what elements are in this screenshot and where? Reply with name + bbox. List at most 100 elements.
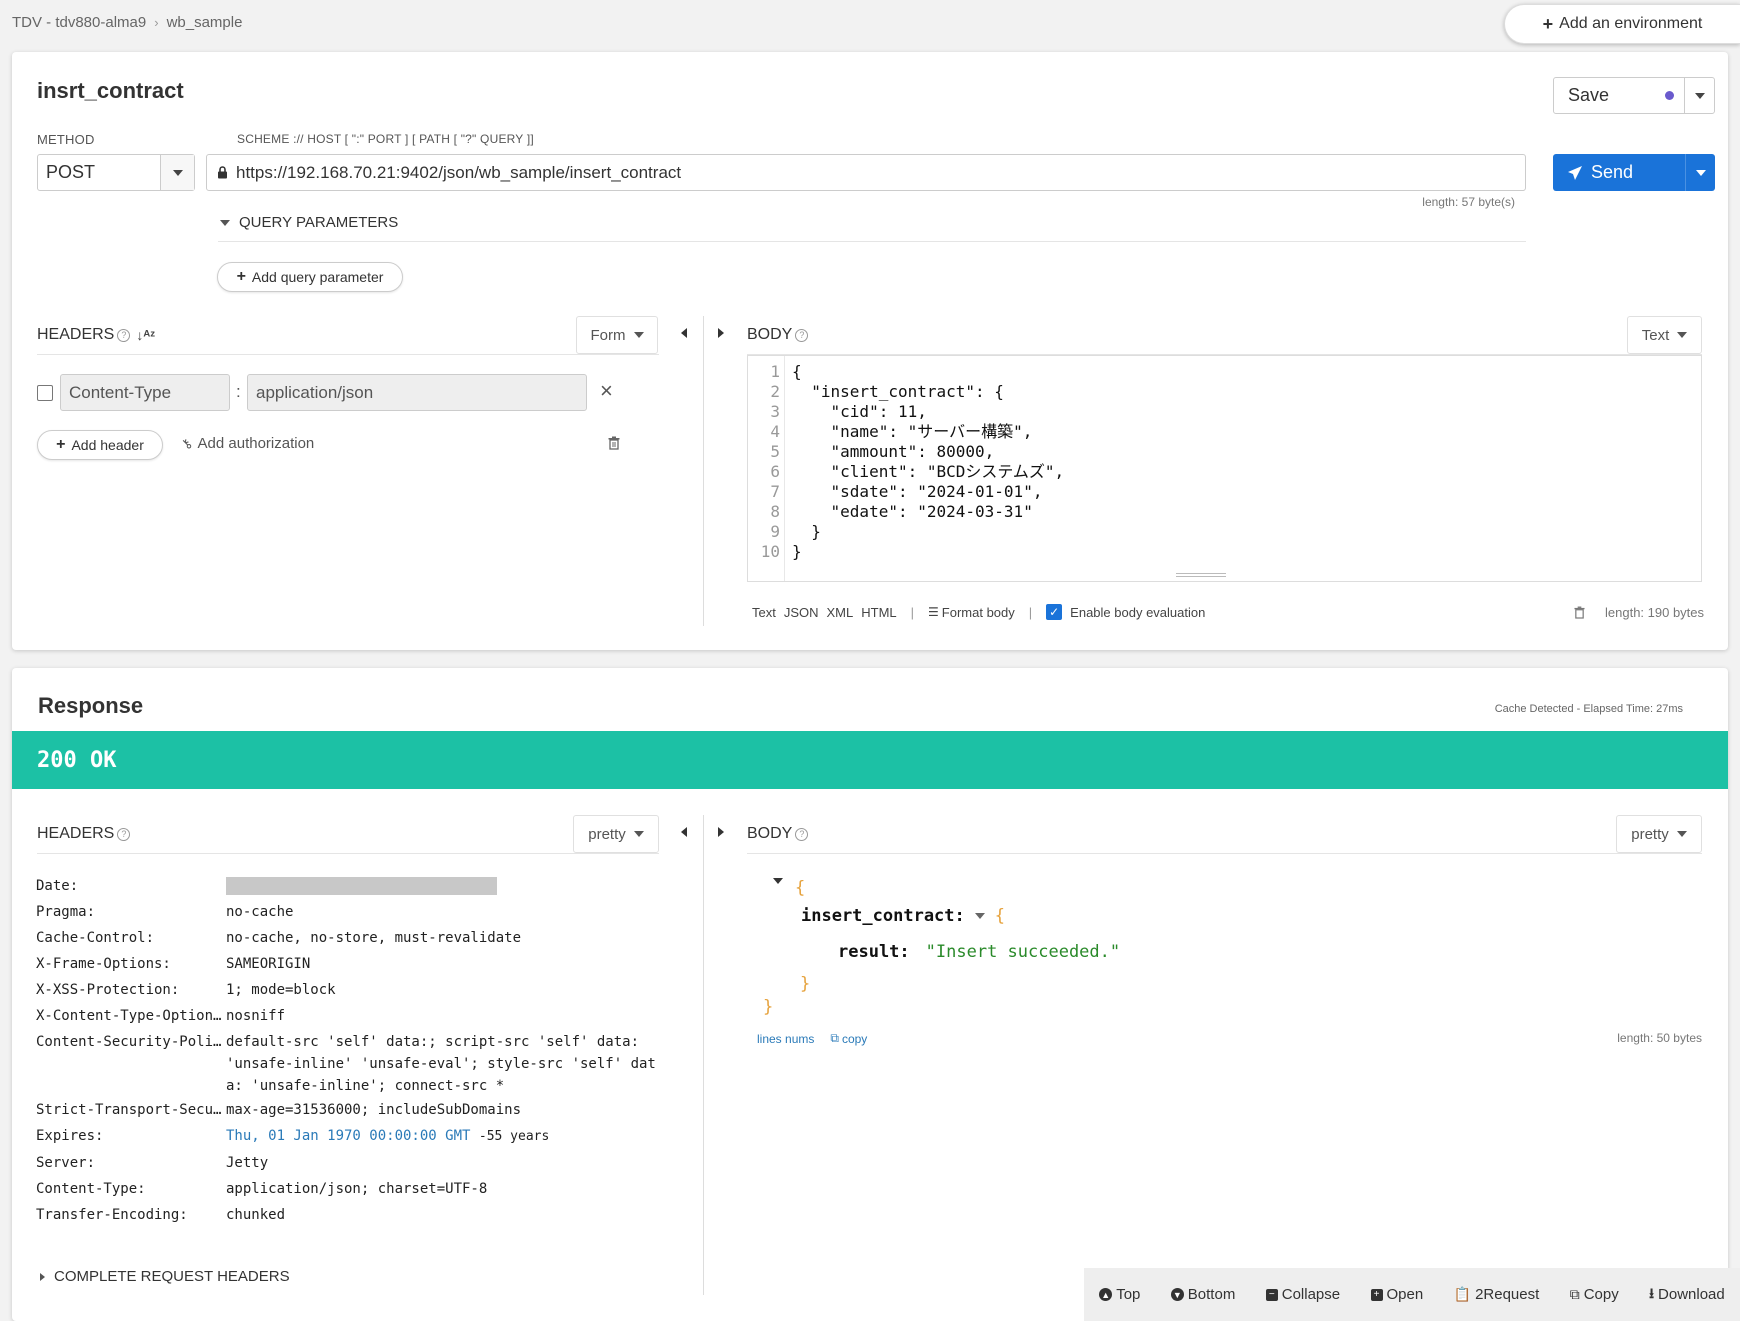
- json-key-result: result:: [838, 942, 910, 962]
- url-input[interactable]: https://192.168.70.21:9402/json/wb_sampl…: [206, 154, 1526, 191]
- save-button[interactable]: Save: [1553, 77, 1715, 114]
- delete-all-headers-trash-icon[interactable]: [608, 436, 620, 454]
- breadcrumb-project[interactable]: wb_sample: [167, 14, 243, 31]
- response-headers-mode-select[interactable]: pretty: [573, 815, 659, 853]
- remove-header-close-icon[interactable]: ×: [600, 380, 613, 402]
- line-number: 8: [770, 502, 780, 521]
- save-dropdown-toggle[interactable]: [1684, 78, 1714, 113]
- add-header-button[interactable]: + Add header: [37, 430, 163, 460]
- request-name[interactable]: insrt_contract: [37, 78, 184, 104]
- copy-link[interactable]: ⧉ copy: [830, 1031, 867, 1046]
- header-value: 1; mode=block: [226, 982, 336, 998]
- line-number: 7: [770, 482, 780, 501]
- json-nested-close-brace: }: [800, 974, 811, 994]
- line-numbers-gutter: 1 2 3 4 5 6 7 8 9 10: [748, 362, 786, 562]
- collapse-left-arrow[interactable]: [681, 328, 687, 338]
- code-line: "name": "サーバー構築",: [792, 422, 1033, 441]
- collapse-label: Collapse: [1281, 1286, 1341, 1303]
- gutter-divider: [784, 356, 785, 581]
- method-dropdown[interactable]: [160, 155, 194, 190]
- headers-mode-select[interactable]: Form: [576, 316, 658, 354]
- lines-nums-link[interactable]: lines nums: [757, 1032, 814, 1046]
- response-body-links: lines nums ⧉ copy: [757, 1031, 867, 1046]
- code-line: }: [792, 522, 821, 541]
- format-html-link[interactable]: HTML: [861, 605, 896, 620]
- header-row: Pragma: no-cache: [36, 899, 666, 925]
- code-line: }: [792, 542, 802, 561]
- format-text-link[interactable]: Text: [752, 605, 776, 620]
- add-query-parameter-button[interactable]: + Add query parameter: [217, 262, 403, 292]
- header-row: Content-Security-Poli… default-src 'self…: [36, 1029, 666, 1097]
- clear-body-trash-icon[interactable]: [1574, 606, 1585, 619]
- download-button[interactable]: ⭳ Download: [1649, 1283, 1725, 1307]
- lock-icon: [218, 166, 227, 179]
- chevron-down-icon: [172, 169, 183, 176]
- send-button[interactable]: Send: [1553, 154, 1715, 191]
- paper-plane-icon: [1568, 165, 1582, 180]
- header-name-input[interactable]: Content-Type: [60, 374, 230, 411]
- collapse-right-arrow[interactable]: [718, 328, 724, 338]
- open-button[interactable]: + Open: [1370, 1286, 1423, 1303]
- collapse-button[interactable]: − Collapse: [1265, 1286, 1341, 1303]
- minus-square-icon: −: [1265, 1288, 1278, 1301]
- headers-mode-value: Form: [590, 326, 626, 344]
- scroll-top-button[interactable]: ▲ Top: [1099, 1286, 1140, 1303]
- redacted-block: [226, 877, 497, 895]
- query-parameters-toggle[interactable]: QUERY PARAMETERS: [220, 214, 398, 231]
- response-toolbar: ▲ Top ▼ Bottom − Collapse + Open 📋 2Requ…: [1084, 1268, 1740, 1321]
- copy-label: copy: [841, 1031, 868, 1046]
- method-select[interactable]: POST: [37, 154, 195, 191]
- save-label: Save: [1568, 85, 1610, 105]
- header-value: Thu, 01 Jan 1970 00:00:00 GMT -55 years: [226, 1123, 666, 1150]
- arrow-left-icon: [681, 827, 687, 837]
- format-body-button[interactable]: ☰ Format body: [928, 605, 1015, 620]
- header-enabled-checkbox[interactable]: [37, 385, 53, 401]
- enable-body-evaluation-checkbox[interactable]: ✓: [1046, 604, 1063, 620]
- breadcrumb: TDV - tdv880-alma9 › wb_sample: [12, 14, 242, 31]
- arrow-up-circle-icon: ▲: [1099, 1288, 1113, 1301]
- response-body-mode-select[interactable]: pretty: [1616, 815, 1702, 853]
- request-headers-title: HEADERS ? ↓ᴬᶻ: [37, 326, 155, 344]
- scroll-bottom-button[interactable]: ▼ Bottom: [1170, 1286, 1235, 1303]
- caret-down-icon[interactable]: [974, 913, 985, 919]
- arrow-left-icon: [681, 328, 687, 338]
- to-request-button[interactable]: 📋 2Request: [1454, 1286, 1540, 1303]
- response-headers-title: HEADERS ?: [37, 825, 131, 843]
- help-icon[interactable]: ?: [795, 827, 809, 841]
- help-icon[interactable]: ?: [795, 328, 809, 342]
- help-icon[interactable]: ?: [117, 827, 131, 841]
- response-collapse-left-arrow[interactable]: [681, 827, 687, 837]
- send-label: Send: [1591, 162, 1634, 182]
- response-body-divider: [747, 853, 1702, 854]
- header-value-input[interactable]: application/json: [247, 374, 587, 411]
- response-collapse-right-arrow[interactable]: [718, 827, 724, 837]
- breadcrumb-workspace[interactable]: TDV - tdv880-alma9: [12, 14, 146, 31]
- breadcrumb-separator: ›: [154, 15, 159, 30]
- format-json-link[interactable]: JSON: [784, 605, 819, 620]
- copy-response-button[interactable]: ⧉ Copy: [1570, 1286, 1619, 1303]
- header-value: no-cache, no-store, must-revalidate: [226, 930, 522, 946]
- body-mode-value: Text: [1641, 326, 1670, 344]
- arrow-down-circle-icon: ▼: [1170, 1288, 1184, 1301]
- format-xml-link[interactable]: XML: [827, 605, 854, 620]
- request-split-divider[interactable]: [703, 316, 704, 626]
- response-split-divider[interactable]: [703, 815, 704, 1295]
- add-authorization-link[interactable]: ⚷ Add authorization: [178, 434, 315, 452]
- json-root-toggle[interactable]: [773, 878, 783, 902]
- sort-alpha-icon[interactable]: ↓ᴬᶻ: [136, 327, 155, 343]
- header-key: Pragma:: [36, 904, 96, 920]
- body-mode-select[interactable]: Text: [1627, 316, 1702, 354]
- complete-request-headers-toggle[interactable]: COMPLETE REQUEST HEADERS: [40, 1268, 290, 1285]
- header-key: Content-Type:: [36, 1181, 146, 1197]
- resize-grip-handle[interactable]: [1176, 573, 1226, 577]
- add-environment-button[interactable]: + Add an environment: [1504, 4, 1740, 44]
- header-key: Date:: [36, 878, 79, 894]
- request-body-editor[interactable]: 1 2 3 4 5 6 7 8 9 10 { "insert_contract": { "cid"…: [747, 355, 1702, 582]
- response-headers-list: Date: Pragma: no-cache Cache-Control: no…: [36, 873, 666, 1228]
- caret-down-icon: [220, 219, 230, 226]
- format-body-label: Format body: [941, 604, 1015, 620]
- send-dropdown-toggle[interactable]: [1685, 154, 1715, 191]
- header-separator: :: [236, 382, 241, 401]
- header-value: application/json; charset=UTF-8: [226, 1181, 488, 1197]
- help-icon[interactable]: ?: [117, 328, 131, 342]
